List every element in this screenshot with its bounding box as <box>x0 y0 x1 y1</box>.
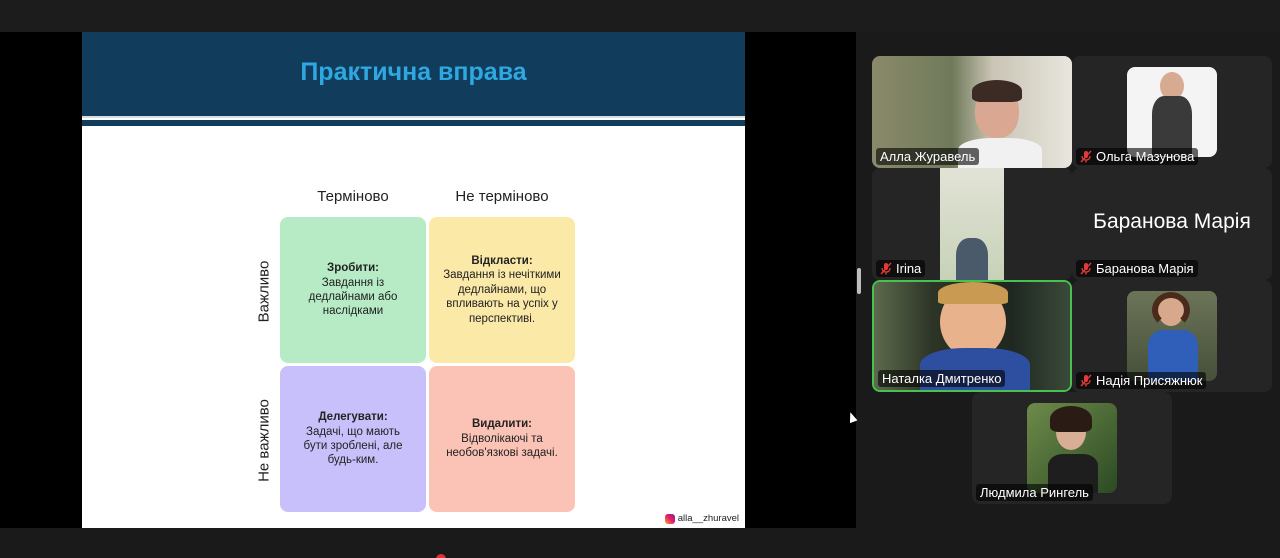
cell-title: Зробити: <box>327 262 379 275</box>
participant-name-tag: Irina <box>876 260 926 277</box>
participant-name-tag: Наталка Дмитренко <box>878 370 1006 387</box>
mic-muted-icon <box>880 262 892 275</box>
participant-name: Баранова Марія <box>1096 261 1194 276</box>
cell-title: Видалити: <box>472 418 532 431</box>
participant-name-tag: Баранова Марія <box>1076 260 1198 277</box>
participant-name: Наталка Дмитренко <box>882 371 1002 386</box>
profile-hair <box>1152 292 1190 328</box>
profile-hair <box>1050 406 1092 432</box>
participant-tile[interactable]: Ольга Мазунова <box>1072 56 1272 168</box>
participant-name: Алла Журавель <box>880 149 976 164</box>
column-header-urgent: Терміново <box>317 188 389 205</box>
matrix-cell-delete: Видалити: Відволікаючі та необов'язкові … <box>429 366 575 512</box>
slide-header: Практична вправа <box>82 32 745 116</box>
participant-name: Ольга Мазунова <box>1096 149 1195 164</box>
row-header-not-important: Не важливо <box>255 399 273 482</box>
participant-tile[interactable]: Irina <box>872 168 1072 280</box>
top-bar <box>0 0 1280 32</box>
participant-tile[interactable]: Баранова Марія Баранова Марія <box>1072 168 1272 280</box>
participant-name-tag: Алла Журавель <box>876 148 980 165</box>
participant-placeholder-name: Баранова Марія <box>1093 210 1251 233</box>
participant-tile[interactable]: Надія Присяжнюк <box>1072 280 1272 392</box>
participant-name: Людмила Рингель <box>980 485 1089 500</box>
participant-name: Надія Присяжнюк <box>1096 373 1203 388</box>
instagram-icon <box>664 513 675 524</box>
shared-slide: Практична вправа Терміново Не терміново … <box>82 32 745 528</box>
meeting-window: Практична вправа Терміново Не терміново … <box>0 0 1280 558</box>
participant-name-tag: Ольга Мазунова <box>1076 148 1199 165</box>
split-view-handle[interactable] <box>857 268 861 294</box>
participant-name: Irina <box>896 261 922 276</box>
participant-tile[interactable]: Людмила Рингель <box>972 392 1172 504</box>
record-indicator-icon <box>436 554 446 558</box>
mic-muted-icon <box>1080 374 1092 387</box>
bottom-toolbar <box>0 528 1280 558</box>
participant-name-tag: Надія Присяжнюк <box>1076 372 1207 389</box>
handle-text: alla__zhuravel <box>677 513 739 524</box>
participant-hair <box>972 80 1022 102</box>
cell-body: Задачі, що мають бути зроблені, але будь… <box>303 425 403 467</box>
mic-muted-icon <box>1080 150 1092 163</box>
matrix-cell-delegate: Делегувати: Задачі, що мають бути зробле… <box>280 366 426 512</box>
cell-body: Завдання із нечіткими дедлайнами, що впл… <box>443 269 561 325</box>
profile-body <box>1152 96 1192 156</box>
cell-title: Делегувати: <box>318 411 388 424</box>
slide-divider <box>82 116 745 126</box>
participant-hair <box>938 282 1008 304</box>
participant-body <box>956 238 988 280</box>
slide-title: Практична вправа <box>300 58 527 86</box>
participant-tile[interactable]: Алла Журавель <box>872 56 1072 168</box>
matrix-cell-defer: Відкласти: Завдання із нечіткими дедлайн… <box>429 217 575 363</box>
mic-muted-icon <box>1080 262 1092 275</box>
instagram-handle: alla__zhuravel <box>664 513 739 524</box>
cell-body: Завдання із дедлайнами або наслідками <box>308 276 398 318</box>
matrix-cell-do: Зробити: Завдання із дедлайнами або насл… <box>280 217 426 363</box>
cell-title: Відкласти: <box>471 255 533 268</box>
row-header-important: Важливо <box>255 260 273 323</box>
participant-tile-active-speaker[interactable]: Наталка Дмитренко <box>872 280 1072 392</box>
cell-body: Відволікаючі та необов'язкові задачі. <box>446 432 558 460</box>
participant-name-tag: Людмила Рингель <box>976 484 1093 501</box>
column-header-not-urgent: Не терміново <box>455 188 549 205</box>
